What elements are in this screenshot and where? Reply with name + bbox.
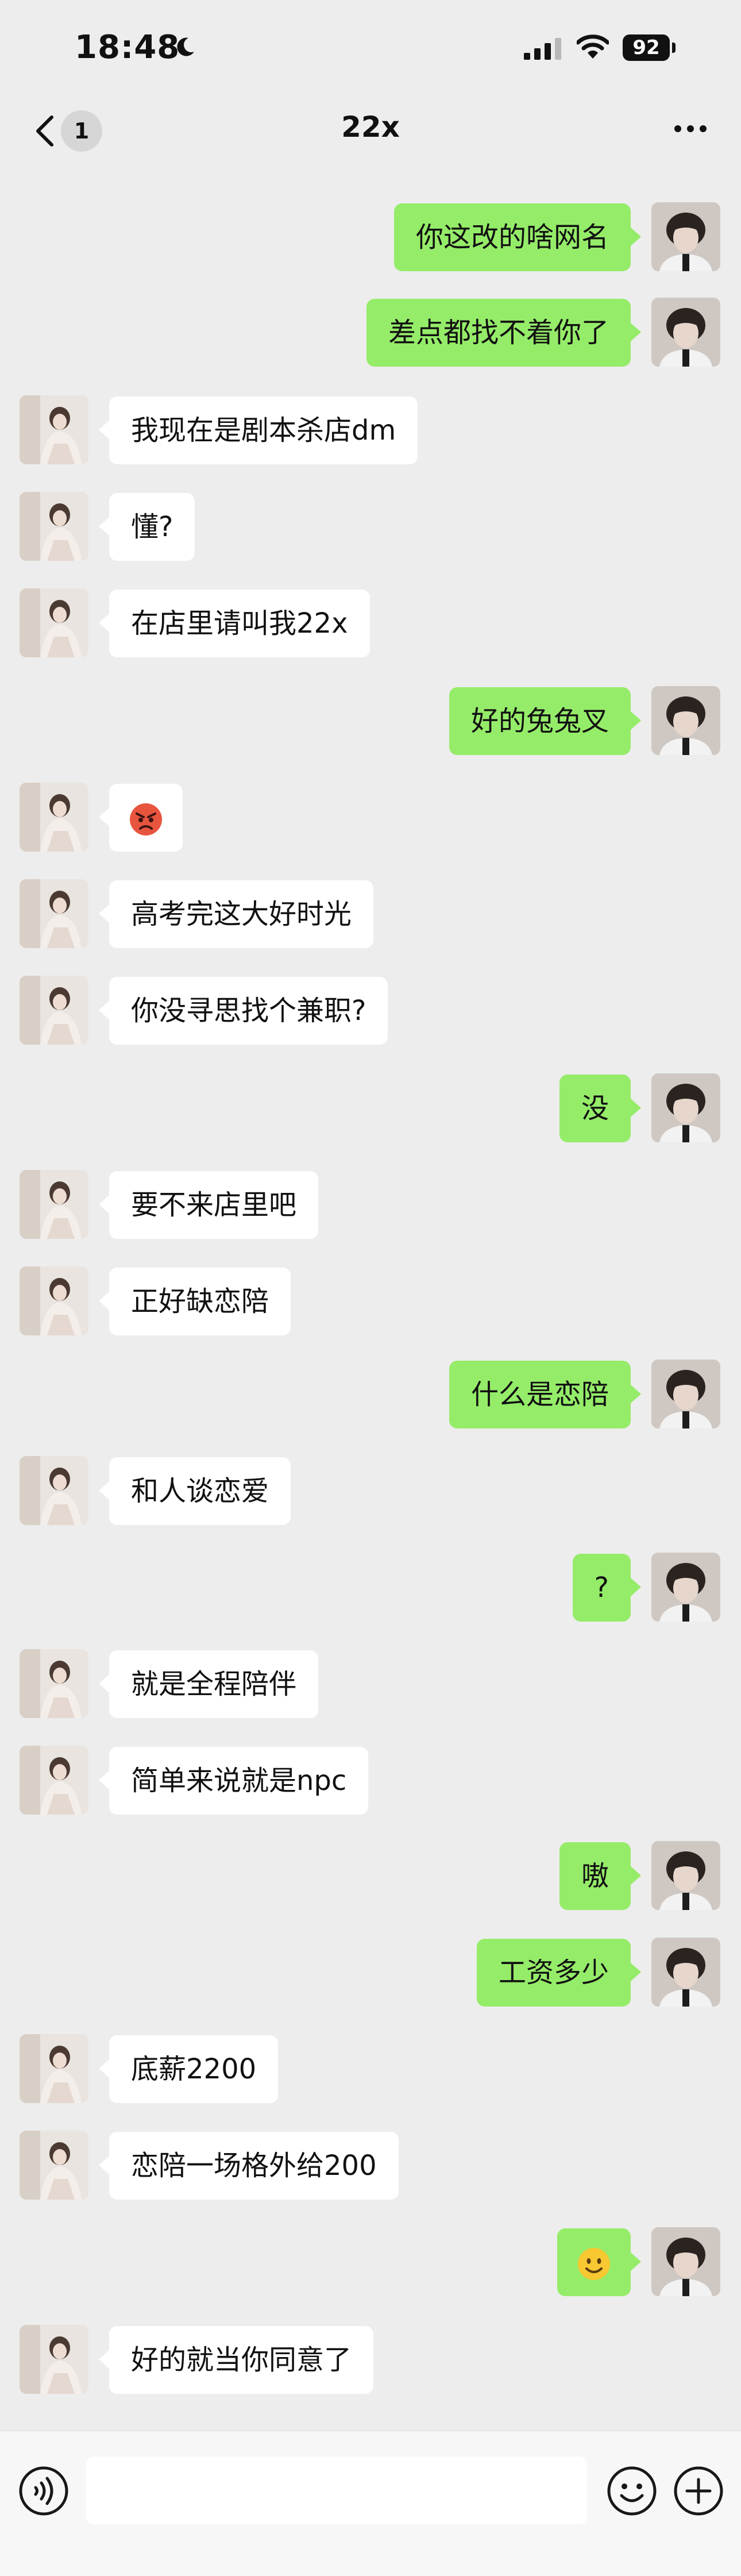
message-bubble[interactable]: 底薪2200	[98, 2035, 279, 2103]
message-bubble[interactable]: ?	[572, 1554, 642, 1622]
nav-bar: 1 22x	[0, 98, 741, 161]
avatar[interactable]	[651, 202, 720, 271]
message-bubble[interactable]: 懂?	[98, 493, 195, 561]
avatar[interactable]	[20, 1649, 88, 1718]
avatar[interactable]	[20, 1266, 88, 1335]
avatar[interactable]	[20, 492, 88, 561]
status-time: 18:48	[75, 29, 180, 66]
message-bubble[interactable]: 恋陪一场格外给200	[99, 2132, 399, 2200]
avatar[interactable]	[651, 1360, 720, 1428]
message-bubble[interactable]: 在店里请叫我22x	[99, 590, 370, 657]
battery-level: 92	[632, 36, 660, 59]
avatar[interactable]	[651, 1073, 720, 1142]
avatar[interactable]	[651, 1841, 720, 1910]
smiling-face-emoji	[578, 2248, 610, 2280]
message-bubble[interactable]: 好的兔兔叉	[449, 687, 642, 755]
voice-icon[interactable]	[18, 2466, 69, 2516]
message-bubble[interactable]: 你没寻思找个兼职?	[98, 977, 388, 1045]
avatar[interactable]	[20, 879, 88, 948]
angry-face-emoji	[130, 803, 162, 835]
avatar[interactable]	[20, 588, 88, 657]
message-bubble[interactable]: 什么是恋陪	[449, 1361, 642, 1428]
message-bubble[interactable]: 工资多少	[476, 1939, 642, 2007]
message-bubble[interactable]: 和人谈恋爱	[98, 1457, 291, 1525]
avatar[interactable]	[20, 2034, 88, 2103]
input-bar	[0, 2431, 741, 2576]
avatar[interactable]	[651, 1553, 720, 1622]
avatar[interactable]	[651, 2227, 720, 2296]
message-bubble[interactable]: 没	[559, 1075, 642, 1142]
emoji-icon[interactable]	[607, 2466, 657, 2516]
message-input[interactable]	[86, 2456, 587, 2524]
wifi-icon	[577, 34, 609, 59]
moon-icon	[177, 37, 194, 56]
message-bubble[interactable]: 差点都找不着你了	[366, 299, 642, 367]
message-bubble[interactable]: 你这改的啥网名	[393, 203, 642, 271]
avatar[interactable]	[20, 1746, 88, 1815]
battery-cap	[672, 43, 676, 53]
avatar[interactable]	[20, 1456, 88, 1525]
message-bubble[interactable]: 嗷	[559, 1842, 642, 1910]
avatar[interactable]	[20, 2325, 88, 2394]
more-icon[interactable]	[673, 124, 708, 133]
message-bubble[interactable]: 我现在是剧本杀店dm	[98, 396, 418, 464]
avatar[interactable]	[20, 783, 88, 852]
message-bubble[interactable]: 要不来店里吧	[98, 1171, 319, 1239]
battery-icon: 92	[623, 34, 670, 61]
message-bubble[interactable]: 就是全程陪伴	[98, 1650, 319, 1718]
message-bubble[interactable]: 高考完这大好时光	[98, 880, 374, 948]
message-bubble[interactable]: 正好缺恋陪	[98, 1268, 291, 1335]
plus-icon[interactable]	[673, 2466, 724, 2516]
chat-title: 22x	[341, 110, 400, 144]
avatar[interactable]	[651, 298, 720, 367]
message-bubble[interactable]	[99, 784, 183, 852]
avatar[interactable]	[20, 1170, 88, 1239]
avatar[interactable]	[20, 2131, 88, 2200]
message-bubble[interactable]	[557, 2228, 641, 2296]
status-bar: 18:48 92	[0, 0, 741, 98]
message-bubble[interactable]: 简单来说就是npc	[98, 1747, 369, 1815]
message-bubble[interactable]: 好的就当你同意了	[98, 2326, 374, 2394]
cellular-signal-icon	[524, 38, 561, 60]
avatar[interactable]	[20, 976, 88, 1045]
avatar[interactable]	[651, 686, 720, 755]
avatar[interactable]	[20, 395, 88, 464]
avatar[interactable]	[651, 1938, 720, 2007]
